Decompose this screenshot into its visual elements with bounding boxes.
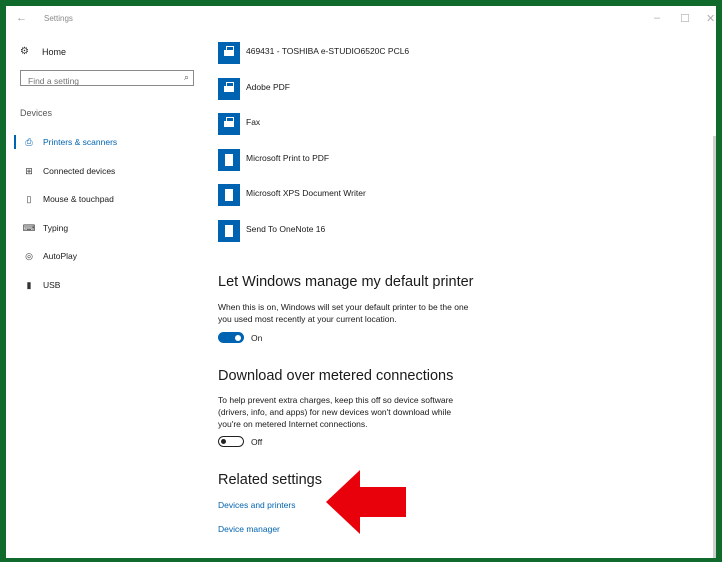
connected-devices-icon: ⊞ [25, 165, 33, 176]
toggle-switch-off[interactable] [218, 436, 244, 447]
toggle-switch-on[interactable] [218, 332, 244, 343]
printer-name: 469431 - TOSHIBA e-STUDIO6520C PCL6 [246, 46, 410, 56]
title-bar: ← Settings – ☐ ✕ [6, 6, 716, 32]
printer-icon [218, 113, 240, 135]
sidebar-item-label: Printers & scanners [43, 137, 118, 147]
document-printer-icon [218, 220, 240, 242]
printer-name: Send To OneNote 16 [246, 224, 326, 234]
printer-name: Microsoft Print to PDF [246, 153, 330, 163]
search-input[interactable] [26, 75, 180, 87]
related-settings-heading: Related settings [218, 472, 322, 488]
home-label: Home [42, 46, 67, 57]
printer-item[interactable]: Adobe PDF [218, 78, 290, 108]
keyboard-icon: ⌨ [22, 222, 36, 233]
printer-item[interactable]: Send To OneNote 16 [218, 220, 325, 250]
home-nav[interactable]: ⚙ Home [20, 46, 66, 57]
sidebar-item-typing[interactable]: ⌨ Typing [6, 218, 206, 238]
scrollbar[interactable] [713, 136, 716, 558]
metered-description: To help prevent extra charges, keep this… [218, 395, 454, 429]
search-box[interactable]: ⌕ [20, 70, 194, 87]
arrow-shape [326, 470, 406, 534]
printer-name: Microsoft XPS Document Writer [246, 188, 366, 198]
metered-toggle[interactable]: Off [218, 436, 262, 447]
sidebar-item-mouse-touchpad[interactable]: ▯ Mouse & touchpad [6, 189, 206, 209]
printer-name: Adobe PDF [246, 82, 290, 92]
toggle-state-label: Off [251, 436, 263, 447]
sidebar-item-label: USB [43, 280, 61, 290]
sidebar-item-label: Mouse & touchpad [43, 194, 114, 204]
usb-icon: ▮ [26, 279, 32, 290]
document-printer-icon [218, 184, 240, 206]
printer-item[interactable]: 469431 - TOSHIBA e-STUDIO6520C PCL6 [218, 42, 409, 72]
printer-item[interactable]: Microsoft XPS Document Writer [218, 184, 366, 214]
printer-item[interactable]: Fax [218, 113, 260, 143]
toggle-state-label: On [251, 332, 263, 343]
printer-name: Fax [246, 117, 261, 127]
red-arrow-annotation [326, 470, 406, 534]
sidebar-item-autoplay[interactable]: ◎ AutoPlay [6, 246, 206, 266]
sidebar-item-connected-devices[interactable]: ⊞ Connected devices [6, 161, 206, 181]
printer-icon [218, 78, 240, 100]
device-manager-link[interactable]: Device manager [218, 524, 280, 534]
main-content: 469431 - TOSHIBA e-STUDIO6520C PCL6 Adob… [218, 36, 698, 558]
default-printer-toggle[interactable]: On [218, 332, 262, 343]
default-printer-heading: Let Windows manage my default printer [218, 274, 474, 290]
default-printer-description: When this is on, Windows will set your d… [218, 302, 469, 324]
gear-icon: ⚙ [20, 46, 29, 57]
settings-window: ← Settings – ☐ ✕ ⚙ Home ⌕ Devices ⎙ Prin… [0, 0, 722, 562]
section-label: Devices [20, 108, 53, 118]
mouse-icon: ▯ [26, 193, 32, 204]
search-icon[interactable]: ⌕ [184, 72, 189, 83]
sidebar-item-label: Typing [43, 223, 69, 233]
metered-heading: Download over metered connections [218, 368, 454, 384]
sidebar-item-label: Connected devices [43, 166, 116, 176]
minimize-button[interactable]: – [654, 12, 660, 24]
printer-icon: ⎙ [25, 136, 33, 147]
sidebar-item-label: AutoPlay [43, 251, 78, 261]
maximize-button[interactable]: ☐ [680, 12, 690, 25]
printer-item[interactable]: Microsoft Print to PDF [218, 149, 329, 179]
devices-and-printers-link[interactable]: Devices and printers [218, 500, 295, 510]
close-button[interactable]: ✕ [706, 12, 715, 25]
sidebar-item-printers-scanners[interactable]: ⎙ Printers & scanners [6, 132, 206, 152]
document-printer-icon [218, 149, 240, 171]
sidebar-item-usb[interactable]: ▮ USB [6, 275, 206, 295]
back-button[interactable]: ← [16, 12, 27, 24]
autoplay-icon: ◎ [25, 250, 33, 261]
printer-icon [218, 42, 240, 64]
window-title: Settings [44, 14, 73, 23]
